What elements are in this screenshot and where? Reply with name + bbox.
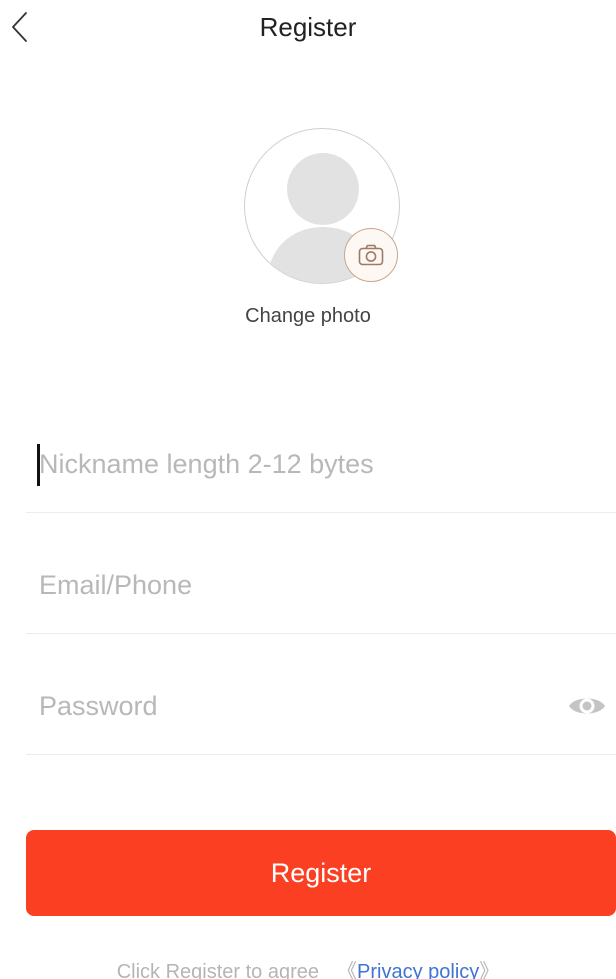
nickname-field: [26, 393, 616, 513]
eye-icon: [569, 698, 605, 714]
header: Register: [0, 0, 616, 58]
camera-icon: [358, 244, 384, 266]
register-button[interactable]: Register: [26, 830, 616, 916]
camera-badge[interactable]: [344, 228, 398, 282]
email-phone-field: [26, 514, 616, 634]
show-password-toggle[interactable]: [568, 694, 606, 718]
register-page: Register Change photo Nickname length 2-…: [0, 0, 616, 979]
page-title: Register: [259, 12, 357, 42]
avatar-picker[interactable]: [244, 128, 400, 284]
policy-open-bracket: 《: [337, 961, 358, 979]
nickname-input[interactable]: [39, 444, 559, 484]
agreement-label: Click Register to agree: [116, 961, 320, 979]
agreement-text: Click Register to agree 《Privacy policy》: [0, 955, 616, 979]
policy-close-bracket: 》: [479, 961, 500, 979]
password-field: [26, 635, 616, 755]
email-phone-input[interactable]: [39, 565, 559, 605]
password-input[interactable]: [39, 686, 559, 726]
privacy-policy-link[interactable]: Privacy policy: [357, 961, 479, 979]
change-photo-link[interactable]: Change photo: [0, 305, 616, 328]
